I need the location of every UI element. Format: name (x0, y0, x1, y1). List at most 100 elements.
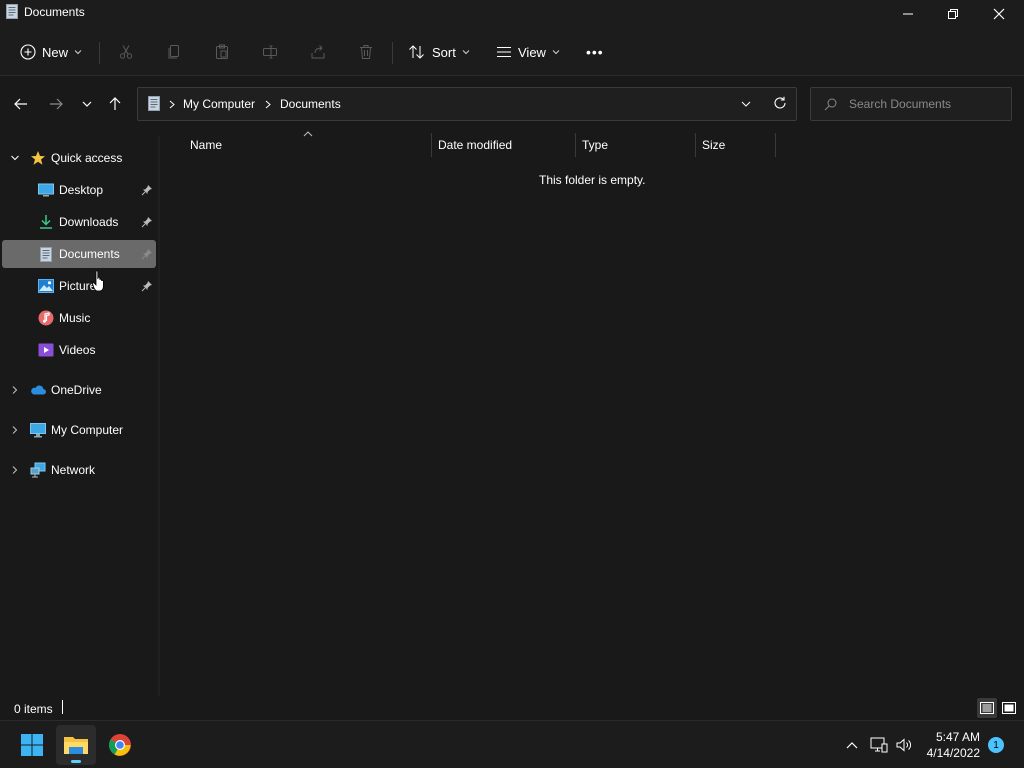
chrome-taskbar-button[interactable] (100, 725, 140, 765)
rename-button[interactable] (258, 40, 282, 64)
share-icon (311, 45, 325, 59)
notification-badge[interactable]: 1 (988, 737, 1004, 753)
breadcrumb-documents[interactable]: Documents (280, 97, 341, 111)
scissors-icon (119, 45, 133, 59)
restore-button[interactable] (930, 0, 976, 28)
cut-button[interactable] (114, 40, 138, 64)
chevron-right-icon (12, 426, 18, 434)
chevron-down-icon (74, 50, 82, 55)
pin-icon (141, 249, 152, 260)
chevron-down-icon (552, 50, 560, 55)
thumbnail-view-button[interactable] (999, 698, 1019, 718)
search-input[interactable] (849, 96, 999, 112)
forward-button[interactable] (45, 95, 67, 113)
share-button[interactable] (306, 40, 330, 64)
copy-icon (168, 45, 179, 59)
pin-icon (141, 185, 152, 196)
show-hidden-icons-button[interactable] (842, 735, 862, 755)
chevron-down-icon (741, 101, 751, 107)
address-bar[interactable]: My Computer Documents (137, 87, 797, 121)
documents-icon (6, 4, 18, 19)
delete-button[interactable] (354, 40, 378, 64)
hand-cursor-icon (92, 270, 106, 296)
documents-icon (38, 246, 54, 262)
close-button[interactable] (976, 0, 1022, 28)
clock-date: 4/14/2022 (926, 746, 980, 760)
refresh-icon (774, 96, 786, 109)
sidebar-item-label: Downloads (59, 215, 119, 229)
breadcrumb-my-computer[interactable]: My Computer (183, 97, 255, 111)
speaker-icon (896, 738, 911, 752)
status-divider (62, 700, 63, 714)
sidebar-item-videos[interactable]: Videos (2, 336, 156, 364)
view-list-icon (497, 47, 511, 57)
view-button[interactable]: View (496, 36, 560, 68)
column-divider[interactable] (575, 133, 576, 157)
empty-folder-message: This folder is empty. (539, 173, 646, 187)
sidebar-item-network[interactable]: Network (2, 456, 156, 484)
sidebar-item-documents[interactable]: Documents (2, 240, 156, 268)
paste-button[interactable] (210, 40, 234, 64)
sidebar-item-label: Videos (59, 343, 96, 357)
minimize-button[interactable] (885, 0, 931, 28)
sort-ascending-icon (303, 131, 313, 137)
sidebar-item-downloads[interactable]: Downloads (2, 208, 156, 236)
onedrive-icon (30, 382, 46, 398)
file-explorer-taskbar-button[interactable] (56, 725, 96, 765)
pin-icon (141, 217, 152, 228)
more-icon: ••• (586, 44, 604, 60)
recent-locations-button[interactable] (76, 95, 98, 113)
sort-button[interactable]: Sort (408, 36, 470, 68)
trash-icon (360, 45, 372, 59)
sidebar-item-pictures[interactable]: Pictures (2, 272, 156, 300)
sidebar-item-quick-access[interactable]: Quick access (2, 144, 156, 172)
address-history-button[interactable] (741, 100, 751, 108)
search-box[interactable] (810, 87, 1012, 121)
column-divider[interactable] (775, 133, 776, 157)
column-divider[interactable] (695, 133, 696, 157)
sidebar-item-label: Music (59, 311, 91, 325)
active-indicator (71, 760, 81, 763)
sidebar-item-my-computer[interactable]: My Computer (2, 416, 156, 444)
arrow-left-icon (14, 98, 27, 110)
ethernet-icon (870, 737, 888, 753)
start-button[interactable] (12, 725, 52, 765)
network-status-button[interactable] (869, 735, 889, 755)
new-button[interactable]: New (20, 36, 82, 68)
sidebar-item-onedrive[interactable]: OneDrive (2, 376, 156, 404)
up-button[interactable] (104, 95, 126, 113)
clock[interactable]: 5:47 AM 4/14/2022 (918, 729, 980, 761)
minimize-icon (903, 13, 913, 15)
sidebar-item-desktop[interactable]: Desktop (2, 176, 156, 204)
more-options-button[interactable]: ••• (586, 36, 604, 68)
folder-icon (64, 737, 88, 754)
chevron-down-icon (11, 155, 19, 161)
column-divider[interactable] (431, 133, 432, 157)
column-label: Size (702, 138, 726, 152)
volume-button[interactable] (894, 735, 914, 755)
file-list[interactable]: Name Date modified Type Size This folder… (160, 131, 1024, 696)
column-header-type[interactable]: Type (582, 131, 608, 159)
taskbar: 5:47 AM 4/14/2022 1 (0, 720, 1024, 768)
new-label: New (42, 44, 69, 60)
divider (392, 42, 393, 64)
paste-icon (216, 44, 228, 59)
status-bar: 0 items (0, 696, 1024, 720)
column-header-name[interactable]: Name (190, 131, 222, 159)
star-icon (30, 150, 46, 166)
sidebar-item-label: Desktop (59, 183, 104, 197)
sidebar-item-music[interactable]: Music (2, 304, 156, 332)
rename-icon (263, 45, 277, 59)
back-button[interactable] (10, 95, 32, 113)
details-view-button[interactable] (977, 698, 997, 718)
copy-button[interactable] (162, 40, 186, 64)
column-header-date-modified[interactable]: Date modified (438, 131, 512, 159)
thumbnail-view-icon (1002, 702, 1016, 714)
divider (99, 42, 100, 64)
column-header-size[interactable]: Size (702, 131, 725, 159)
restore-icon (948, 9, 958, 19)
chevron-down-icon (462, 50, 470, 55)
chevron-up-icon (846, 742, 858, 749)
chrome-icon (109, 734, 131, 756)
refresh-button[interactable] (773, 96, 787, 110)
